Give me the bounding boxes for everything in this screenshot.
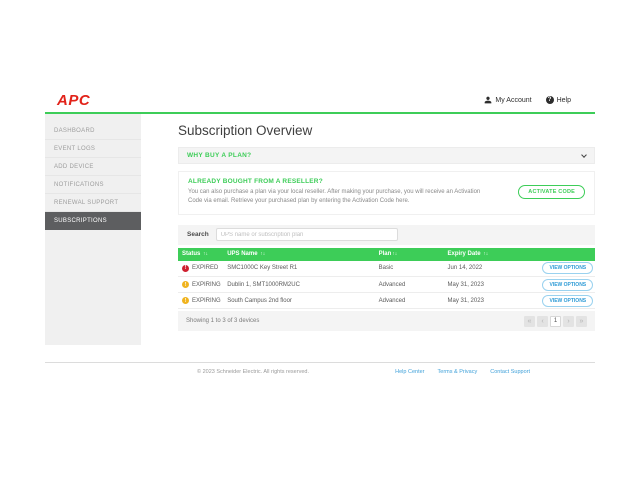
column-header-actions <box>538 248 595 261</box>
terms-privacy-link[interactable]: Terms & Privacy <box>438 369 478 375</box>
column-header-status[interactable]: Status ↑↓ <box>178 248 223 261</box>
sidebar-item-event-logs[interactable]: EVENT LOGS <box>45 140 141 158</box>
plan-cell: Advanced <box>375 277 444 293</box>
status-label: EXPIRED <box>192 265 218 271</box>
pagination-bar: Showing 1 to 3 of 3 devices « ‹ 1 › » <box>178 311 595 331</box>
contact-support-link[interactable]: Contact Support <box>490 369 530 375</box>
sidebar-item-renewal-support[interactable]: RENEWAL SUPPORT <box>45 194 141 212</box>
footer-links: Help Center Terms & Privacy Contact Supp… <box>395 369 530 375</box>
sort-icon: ↑↓ <box>483 251 488 257</box>
sidebar-item-subscriptions[interactable]: SUBSCRIPTIONS <box>45 212 141 230</box>
main-content: Subscription Overview WHY BUY A PLAN? AL… <box>141 114 595 345</box>
search-bar: Search <box>178 225 595 245</box>
subscriptions-table: Status ↑↓ UPS Name ↑↓ Plan↑↓ Expiry Date… <box>178 248 595 310</box>
expiring-status-icon: ! <box>182 297 189 304</box>
sort-icon: ↑↓ <box>260 251 265 257</box>
ups-name-cell: Dublin 1, SMT1000RM2UC <box>223 277 374 293</box>
reseller-text-block: ALREADY BOUGHT FROM A RESELLER? You can … <box>188 178 484 207</box>
table-header-row: Status ↑↓ UPS Name ↑↓ Plan↑↓ Expiry Date… <box>178 248 595 261</box>
help-label: Help <box>557 97 571 104</box>
sort-icon: ↑↓ <box>203 251 208 257</box>
current-page-button[interactable]: 1 <box>550 316 561 327</box>
view-options-button[interactable]: VIEW OPTIONS <box>542 295 593 307</box>
table-row: !EXPIRING Dublin 1, SMT1000RM2UC Advance… <box>178 277 595 293</box>
column-header-expiry-date[interactable]: Expiry Date ↑↓ <box>444 248 539 261</box>
expiry-date-cell: Jun 14, 2022 <box>444 261 539 277</box>
my-account-label: My Account <box>495 97 531 104</box>
expiry-date-cell: May 31, 2023 <box>444 277 539 293</box>
first-page-button[interactable]: « <box>524 316 535 327</box>
page-footer: © 2023 Schneider Electric. All rights re… <box>45 362 595 375</box>
reseller-heading: ALREADY BOUGHT FROM A RESELLER? <box>188 178 484 185</box>
name-header-label: UPS Name <box>227 251 257 257</box>
ups-name-cell: SMC1000C Key Street R1 <box>223 261 374 277</box>
plan-cell: Advanced <box>375 293 444 309</box>
sidebar-item-notifications[interactable]: NOTIFICATIONS <box>45 176 141 194</box>
table-row: !EXPIRING South Campus 2nd floor Advance… <box>178 293 595 309</box>
why-buy-a-plan-accordion[interactable]: WHY BUY A PLAN? <box>178 147 595 164</box>
view-options-button[interactable]: VIEW OPTIONS <box>542 279 593 291</box>
sort-icon: ↑↓ <box>392 251 397 257</box>
status-label: EXPIRING <box>192 282 221 288</box>
pagination-summary: Showing 1 to 3 of 3 devices <box>186 318 259 324</box>
previous-page-button[interactable]: ‹ <box>537 316 548 327</box>
expired-status-icon: ! <box>182 265 189 272</box>
chevron-down-icon <box>581 152 587 158</box>
activate-code-button[interactable]: ACTIVATE CODE <box>518 185 585 199</box>
help-icon: ? <box>546 96 554 104</box>
plan-cell: Basic <box>375 261 444 277</box>
page-title: Subscription Overview <box>178 123 595 138</box>
search-label: Search <box>187 231 209 238</box>
person-icon <box>484 96 492 104</box>
sidebar-item-dashboard[interactable]: DASHBOARD <box>45 122 141 140</box>
next-page-button[interactable]: › <box>563 316 574 327</box>
expiring-status-icon: ! <box>182 281 189 288</box>
sidebar-nav: DASHBOARD EVENT LOGS ADD DEVICE NOTIFICA… <box>45 114 141 345</box>
apc-logo: APC <box>57 92 90 109</box>
status-label: EXPIRING <box>192 298 221 304</box>
last-page-button[interactable]: » <box>576 316 587 327</box>
search-input[interactable] <box>216 228 398 241</box>
column-header-plan[interactable]: Plan↑↓ <box>375 248 444 261</box>
sidebar-item-add-device[interactable]: ADD DEVICE <box>45 158 141 176</box>
pager-controls: « ‹ 1 › » <box>524 316 587 327</box>
table-row: !EXPIRED SMC1000C Key Street R1 Basic Ju… <box>178 261 595 277</box>
plan-header-label: Plan <box>379 251 392 257</box>
help-button[interactable]: ? Help <box>546 96 571 104</box>
app-window: APC My Account ? Help DASHBOARD EVENT LO… <box>45 0 595 375</box>
header-actions: My Account ? Help <box>484 96 571 104</box>
column-header-ups-name[interactable]: UPS Name ↑↓ <box>223 248 374 261</box>
reseller-body-text: You can also purchase a plan via your lo… <box>188 188 484 207</box>
view-options-button[interactable]: VIEW OPTIONS <box>542 262 593 274</box>
accordion-label: WHY BUY A PLAN? <box>187 152 251 159</box>
expiry-header-label: Expiry Date <box>448 251 481 257</box>
top-header: APC My Account ? Help <box>45 88 595 114</box>
reseller-section: ALREADY BOUGHT FROM A RESELLER? You can … <box>178 171 595 215</box>
status-header-label: Status <box>182 251 200 257</box>
ups-name-cell: South Campus 2nd floor <box>223 293 374 309</box>
help-center-link[interactable]: Help Center <box>395 369 424 375</box>
copyright-text: © 2023 Schneider Electric. All rights re… <box>197 369 309 375</box>
expiry-date-cell: May 31, 2023 <box>444 293 539 309</box>
my-account-button[interactable]: My Account <box>484 96 531 104</box>
